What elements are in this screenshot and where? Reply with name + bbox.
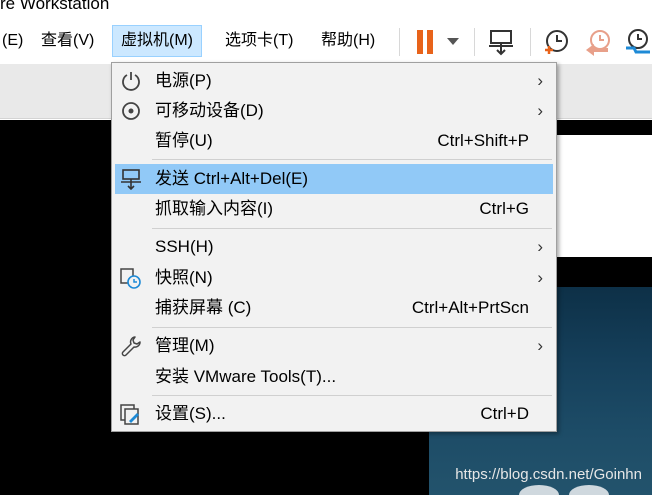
send-ctrl-alt-del-button[interactable] — [485, 26, 517, 58]
shortcut-label: Ctrl+Alt+PrtScn — [411, 298, 529, 317]
menu-item-power[interactable]: 电源(P) › — [115, 66, 553, 96]
menu-separator — [152, 395, 552, 396]
removable-device-icon — [119, 100, 143, 122]
vm-dropdown-menu: 电源(P) › 可移动设备(D) › 暂停(U) Ctrl+Shift+P 发送… — [111, 62, 557, 432]
take-snapshot-icon — [545, 30, 568, 54]
submenu-arrow-icon: › — [537, 336, 543, 355]
menu-item-send-ctrl-alt-del[interactable]: 发送 Ctrl+Alt+Del(E) — [115, 164, 553, 194]
snapshot-icon — [119, 267, 143, 289]
pause-button[interactable] — [412, 26, 438, 58]
take-snapshot-button[interactable] — [540, 26, 572, 58]
toolbar-separator — [474, 28, 475, 56]
submenu-arrow-icon: › — [537, 101, 543, 120]
menu-separator — [152, 327, 552, 328]
toolbar-separator — [399, 28, 400, 56]
send-ctrl-alt-del-icon — [489, 30, 513, 56]
wrench-icon — [119, 335, 143, 357]
window-title: re Workstation — [0, 0, 110, 13]
snapshot-manager-icon — [626, 29, 650, 54]
watermark: https://blog.csdn.net/Goinhn — [455, 466, 642, 483]
toolbar-separator — [530, 28, 531, 56]
shortcut-label: Ctrl+D — [480, 404, 529, 423]
title-bar: re Workstation — [0, 0, 652, 18]
power-icon — [119, 70, 143, 92]
pause-dropdown-button[interactable] — [442, 26, 464, 58]
desktop-graphic — [519, 485, 559, 495]
shortcut-label: Ctrl+Shift+P — [437, 131, 529, 150]
menu-item-grab-input[interactable]: 抓取输入内容(I) Ctrl+G — [115, 194, 553, 224]
menu-item-manage[interactable]: 管理(M) › — [115, 331, 553, 361]
submenu-arrow-icon: › — [537, 268, 543, 287]
submenu-arrow-icon: › — [537, 71, 543, 90]
pause-icon — [417, 30, 433, 54]
revert-snapshot-button[interactable] — [582, 26, 614, 58]
submenu-arrow-icon: › — [537, 237, 543, 256]
menu-tabs[interactable]: 选项卡(T) — [217, 25, 301, 57]
menu-item-settings[interactable]: 设置(S)... Ctrl+D — [115, 399, 553, 429]
revert-snapshot-icon — [586, 30, 610, 56]
menu-item-removable-devices[interactable]: 可移动设备(D) › — [115, 96, 553, 126]
settings-icon — [119, 403, 143, 425]
desktop-graphic — [569, 485, 609, 495]
dropdown-arrow-icon — [447, 38, 459, 45]
menu-item-capture-screen[interactable]: 捕获屏幕 (C) Ctrl+Alt+PrtScn — [115, 293, 553, 323]
menu-item-snapshot[interactable]: 快照(N) › — [115, 263, 553, 293]
menu-item-ssh[interactable]: SSH(H) › — [115, 232, 553, 262]
menu-item-pause[interactable]: 暂停(U) Ctrl+Shift+P — [115, 126, 553, 156]
menu-separator — [152, 159, 552, 160]
menu-view[interactable]: 查看(V) — [33, 25, 102, 57]
menu-separator — [152, 228, 552, 229]
menu-bar: (E) 查看(V) 虚拟机(M) 选项卡(T) 帮助(H) — [0, 18, 652, 64]
menu-vm[interactable]: 虚拟机(M) — [112, 25, 202, 57]
menu-help[interactable]: 帮助(H) — [313, 25, 383, 57]
menu-edit[interactable]: (E) — [0, 25, 31, 57]
shortcut-label: Ctrl+G — [479, 199, 529, 218]
menu-item-install-vmware-tools[interactable]: 安装 VMware Tools(T)... — [115, 362, 553, 392]
snapshot-manager-button[interactable] — [622, 26, 652, 58]
send-keys-icon — [119, 168, 143, 190]
